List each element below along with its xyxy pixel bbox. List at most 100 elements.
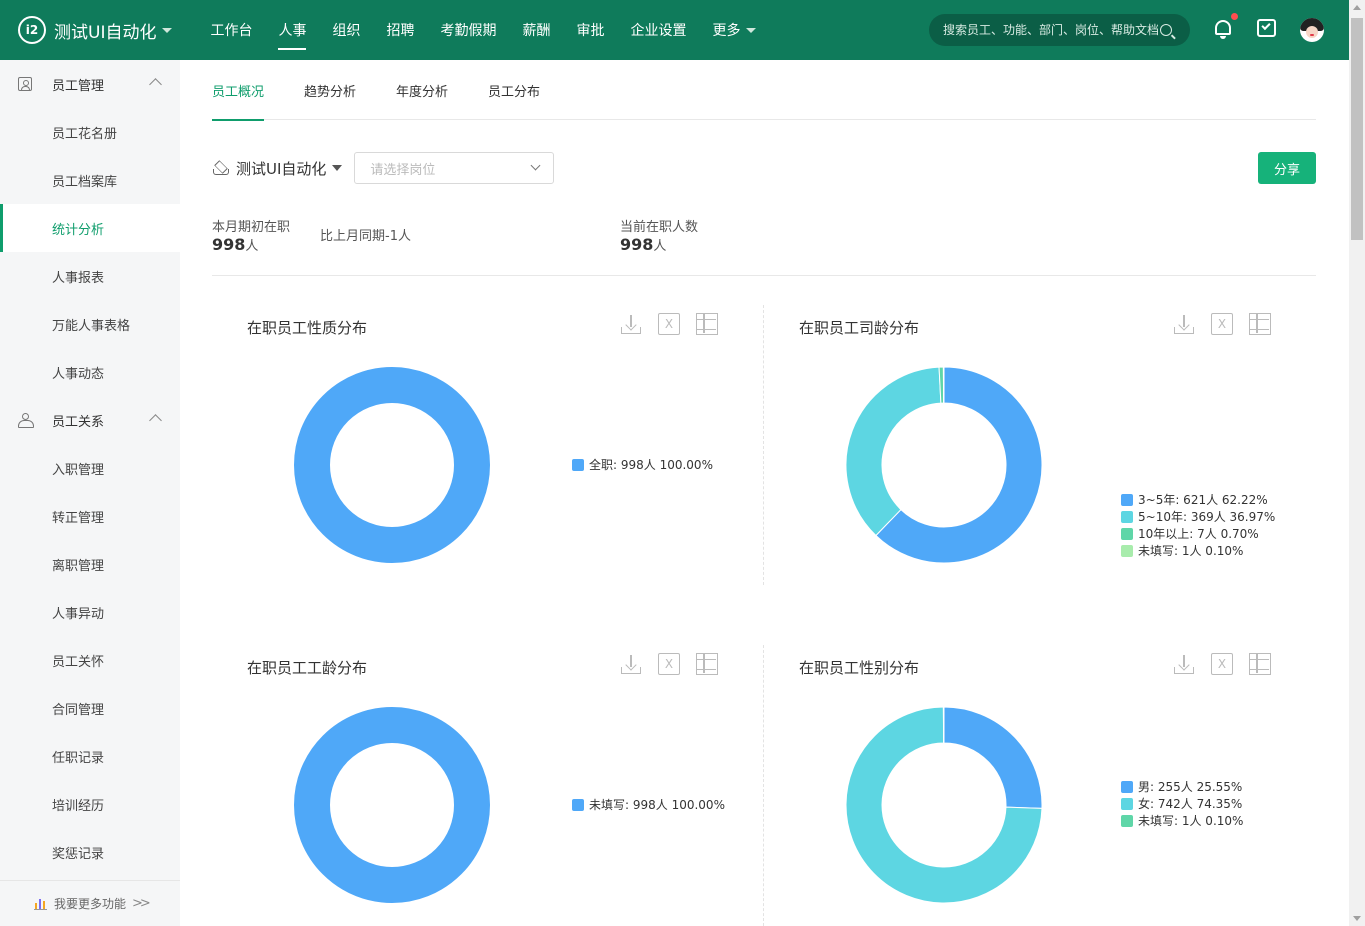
excel-export-icon[interactable]: X: [658, 653, 680, 675]
chevron-up-icon[interactable]: [149, 414, 162, 427]
chart-card-employment-type: 在职员工性质分布 X 全职: 998人 100.00%: [212, 305, 764, 605]
search-icon[interactable]: [1160, 24, 1172, 36]
nav-payroll[interactable]: 薪酬: [522, 0, 550, 60]
nav-workbench[interactable]: 工作台: [210, 0, 252, 60]
legend-swatch: [1121, 510, 1133, 523]
donut-slice[interactable]: [846, 367, 942, 537]
excel-export-icon[interactable]: X: [1211, 653, 1233, 675]
scroll-down-arrow-icon[interactable]: [1353, 916, 1361, 921]
task-check-icon[interactable]: [1256, 18, 1278, 40]
sidebar-item-contracts[interactable]: 合同管理: [0, 684, 180, 732]
month-start-stat: 本月期初在职 998人: [212, 216, 290, 254]
download-icon[interactable]: [620, 313, 642, 335]
legend-item[interactable]: 3~5年: 621人 62.22%: [1121, 491, 1275, 508]
sidebar-item-hr-news[interactable]: 人事动态: [0, 348, 180, 396]
sidebar-item-roster[interactable]: 员工花名册: [0, 108, 180, 156]
nav-company-settings[interactable]: 企业设置: [630, 0, 686, 60]
tab-distribution[interactable]: 员工分布: [488, 60, 540, 120]
scrollbar-thumb[interactable]: [1351, 18, 1363, 240]
sidebar-item-statistics[interactable]: 统计分析: [0, 204, 180, 252]
chart-tools: X: [1157, 653, 1271, 675]
legend-swatch: [1121, 527, 1133, 540]
nav-hr[interactable]: 人事: [278, 0, 307, 60]
page-scrollbar[interactable]: [1349, 0, 1365, 926]
chart-tools: X: [1157, 313, 1271, 335]
donut-chart[interactable]: [294, 367, 490, 563]
legend-swatch: [1121, 780, 1133, 793]
download-icon[interactable]: [1173, 313, 1195, 335]
more-features-link[interactable]: 我要更多功能 >>: [0, 880, 180, 926]
tab-annual[interactable]: 年度分析: [396, 60, 448, 120]
sidebar-item-positions[interactable]: 任职记录: [0, 732, 180, 780]
legend-item[interactable]: 10年以上: 7人 0.70%: [1121, 525, 1275, 542]
sidebar-item-offboarding[interactable]: 离职管理: [0, 540, 180, 588]
legend-item[interactable]: 5~10年: 369人 36.97%: [1121, 508, 1275, 525]
sidebar-group-label: 员工关系: [52, 414, 105, 430]
sidebar-item-training[interactable]: 培训经历: [0, 780, 180, 828]
current-headcount-stat: 当前在职人数 998人: [620, 216, 698, 254]
donut-slice[interactable]: [294, 367, 490, 563]
sidebar-item-universal-table[interactable]: 万能人事表格: [0, 300, 180, 348]
table-view-icon[interactable]: [696, 653, 718, 675]
org-select[interactable]: 测试UI自动化: [236, 158, 343, 179]
donut-slice[interactable]: [294, 707, 490, 903]
legend-item[interactable]: 未填写: 1人 0.10%: [1121, 542, 1275, 559]
sidebar-group-employee-management[interactable]: 员工管理: [0, 60, 180, 108]
chart-legend: 3~5年: 621人 62.22% 5~10年: 369人 36.97% 10年以上…: [1121, 491, 1275, 559]
main-content: 员工概况 趋势分析 年度分析 员工分布 测试UI自动化 请选择岗位 分享 本月期…: [180, 60, 1349, 926]
notification-dot: [1230, 12, 1239, 21]
donut-slice[interactable]: [942, 707, 945, 744]
share-button[interactable]: 分享: [1258, 152, 1316, 184]
tab-overview[interactable]: 员工概况: [212, 60, 265, 121]
app-logo-icon[interactable]: i2: [18, 16, 46, 44]
sidebar-item-onboarding[interactable]: 入职管理: [0, 444, 180, 492]
donut-chart[interactable]: [294, 707, 490, 903]
chart-card-gender: 在职员工性别分布 X 男: 255人 25.55% 女: 742人 74.35% 未…: [764, 645, 1316, 926]
donut-chart[interactable]: [846, 367, 1042, 563]
donut-chart[interactable]: [846, 707, 1042, 903]
chart-title: 在职员工司龄分布: [799, 319, 920, 337]
search-input[interactable]: [943, 23, 1158, 37]
sidebar-item-hr-reports[interactable]: 人事报表: [0, 252, 180, 300]
nav-organization[interactable]: 组织: [332, 0, 360, 60]
legend-item[interactable]: 未填写: 1人 0.10%: [1121, 812, 1243, 829]
chart-title: 在职员工性质分布: [247, 319, 368, 337]
donut-slice[interactable]: [943, 707, 1042, 809]
user-avatar[interactable]: [1300, 18, 1324, 42]
donut-slice[interactable]: [942, 367, 945, 404]
sidebar-item-rewards[interactable]: 奖惩记录: [0, 828, 180, 876]
download-icon[interactable]: [1173, 653, 1195, 675]
download-icon[interactable]: [620, 653, 642, 675]
org-select-label: 测试UI自动化: [236, 159, 327, 178]
legend-label: 10年以上: 7人 0.70%: [1138, 527, 1259, 541]
month-compare: 比上月同期-1人: [320, 229, 411, 244]
headcount-stats: 本月期初在职 998人 比上月同期-1人 当前在职人数 998人: [212, 216, 1316, 276]
sidebar-item-regularization[interactable]: 转正管理: [0, 492, 180, 540]
scroll-up-arrow-icon[interactable]: [1353, 5, 1361, 10]
excel-export-icon[interactable]: X: [658, 313, 680, 335]
sidebar-group-employee-relations[interactable]: 员工关系: [0, 396, 180, 444]
excel-export-icon[interactable]: X: [1211, 313, 1233, 335]
table-view-icon[interactable]: [696, 313, 718, 335]
nav-recruitment[interactable]: 招聘: [386, 0, 414, 60]
sidebar-item-archive[interactable]: 员工档案库: [0, 156, 180, 204]
sidebar-item-care[interactable]: 员工关怀: [0, 636, 180, 684]
notification-bell-icon[interactable]: [1212, 12, 1239, 40]
post-select[interactable]: 请选择岗位: [354, 152, 555, 184]
chevron-up-icon[interactable]: [149, 78, 162, 91]
org-switcher[interactable]: 测试UI自动化: [54, 18, 173, 43]
legend-item[interactable]: 女: 742人 74.35%: [1121, 795, 1243, 812]
chevron-down-icon: [746, 27, 757, 33]
table-view-icon[interactable]: [1249, 313, 1271, 335]
legend-item[interactable]: 未填写: 998人 100.00%: [572, 796, 725, 813]
legend-item[interactable]: 全职: 998人 100.00%: [572, 456, 713, 473]
sidebar-item-transfer[interactable]: 人事异动: [0, 588, 180, 636]
legend-swatch: [1121, 493, 1133, 506]
table-view-icon[interactable]: [1249, 653, 1271, 675]
nav-approval[interactable]: 审批: [576, 0, 604, 60]
nav-more[interactable]: 更多: [712, 0, 757, 60]
nav-attendance[interactable]: 考勤假期: [440, 0, 496, 60]
analysis-tabs: 员工概况 趋势分析 年度分析 员工分布: [212, 60, 1316, 121]
tab-trend[interactable]: 趋势分析: [304, 60, 356, 120]
legend-item[interactable]: 男: 255人 25.55%: [1121, 778, 1243, 795]
